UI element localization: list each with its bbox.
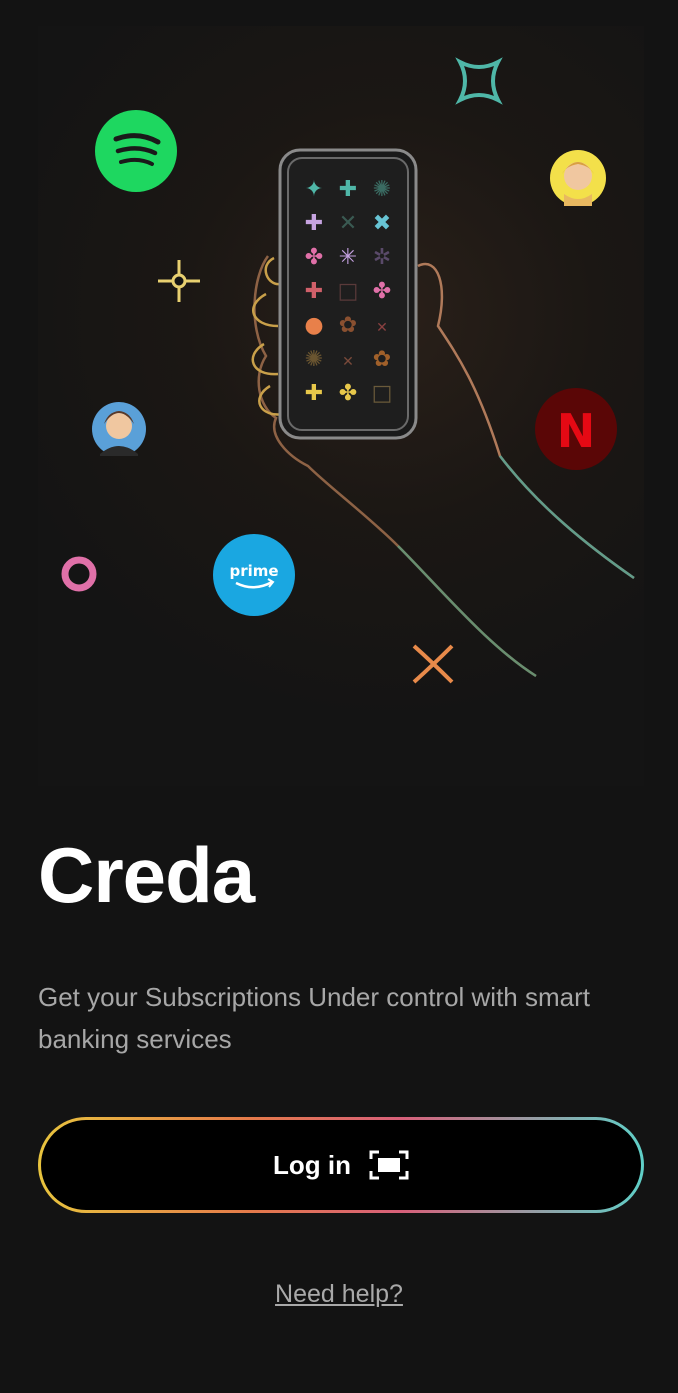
netflix-icon: N <box>535 388 617 470</box>
svg-text:prime: prime <box>229 562 278 580</box>
svg-text:✿: ✿ <box>373 347 391 372</box>
svg-text:□: □ <box>372 381 393 406</box>
svg-text:✤: ✤ <box>305 245 323 270</box>
avatar-yellow <box>550 150 606 206</box>
svg-text:●: ● <box>304 313 323 338</box>
svg-text:✤: ✤ <box>339 381 357 406</box>
svg-text:N: N <box>557 404 596 458</box>
svg-text:✳: ✳ <box>339 245 357 270</box>
prime-video-icon: prime <box>213 534 295 616</box>
svg-text:✚: ✚ <box>305 381 323 406</box>
svg-text:✚: ✚ <box>339 177 357 202</box>
svg-text:✚: ✚ <box>305 211 323 236</box>
svg-text:✺: ✺ <box>305 347 323 372</box>
svg-text:✿: ✿ <box>339 313 357 338</box>
svg-text:□: □ <box>338 279 359 304</box>
svg-text:✤: ✤ <box>373 279 391 304</box>
spotify-icon <box>95 110 177 192</box>
svg-text:✲: ✲ <box>373 245 391 270</box>
svg-text:✺: ✺ <box>373 177 391 202</box>
hero-illustration: ✦ ✚ ✺ ✚ ✕ ✖ ✤ ✳ ✲ ✚ □ ✤ ● ✿ ✕ ✺ ✕ ✿ ✚ ✤ <box>38 26 644 786</box>
app-tagline: Get your Subscriptions Under control wit… <box>38 982 590 1054</box>
svg-text:✖: ✖ <box>373 211 391 236</box>
need-help-link[interactable]: Need help? <box>0 1280 678 1309</box>
pink-ring-shape <box>61 556 97 592</box>
avatar-blue <box>92 402 146 456</box>
phone-illustration: ✦ ✚ ✺ ✚ ✕ ✖ ✤ ✳ ✲ ✚ □ ✤ ● ✿ ✕ ✺ ✕ ✿ ✚ ✤ <box>278 148 418 440</box>
yellow-sparkle-shape <box>158 260 200 302</box>
login-button[interactable]: Log in <box>38 1117 644 1213</box>
svg-text:✕: ✕ <box>339 211 357 236</box>
svg-text:✦: ✦ <box>305 177 323 202</box>
orange-x-shape <box>412 644 454 684</box>
teal-star-shape <box>455 57 503 105</box>
svg-text:✚: ✚ <box>305 279 323 304</box>
svg-text:✕: ✕ <box>342 354 354 370</box>
app-title: Creda <box>38 831 255 919</box>
face-id-icon <box>369 1149 409 1181</box>
svg-text:✕: ✕ <box>376 320 388 336</box>
login-button-label: Log in <box>273 1149 351 1180</box>
